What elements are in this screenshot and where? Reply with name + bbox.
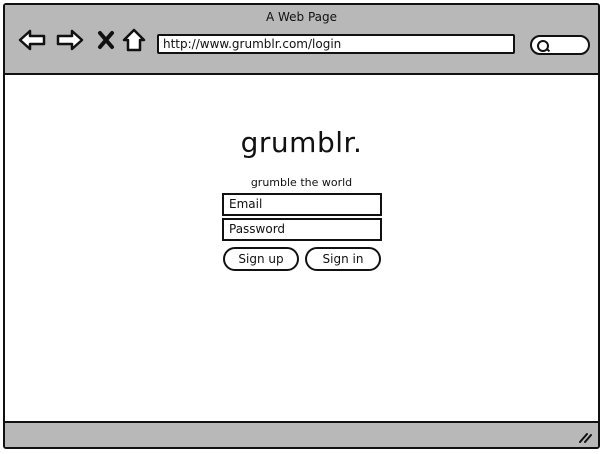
- password-field[interactable]: Password: [222, 218, 382, 241]
- email-field[interactable]: Email: [222, 193, 382, 216]
- resize-grip-icon[interactable]: [578, 431, 592, 443]
- page-content: grumblr. grumble the world Email Passwor…: [5, 75, 598, 423]
- sign-up-button[interactable]: Sign up: [223, 247, 299, 271]
- site-logo: grumblr.: [240, 126, 363, 159]
- home-icon[interactable]: [119, 27, 149, 53]
- search-icon: [537, 40, 549, 52]
- sign-in-button[interactable]: Sign in: [305, 247, 381, 271]
- status-bar: [5, 421, 598, 447]
- url-input[interactable]: http://www.grumblr.com/login: [157, 34, 515, 54]
- close-icon[interactable]: [91, 27, 121, 53]
- tagline: grumble the world: [250, 176, 353, 189]
- browser-window: A Web Page http://www.grumblr.com/login: [3, 3, 600, 449]
- back-arrow-icon[interactable]: [17, 27, 47, 53]
- window-title: A Web Page: [265, 10, 338, 24]
- search-input[interactable]: [530, 35, 590, 55]
- browser-toolbar: A Web Page http://www.grumblr.com/login: [5, 5, 598, 75]
- forward-arrow-icon[interactable]: [55, 27, 85, 53]
